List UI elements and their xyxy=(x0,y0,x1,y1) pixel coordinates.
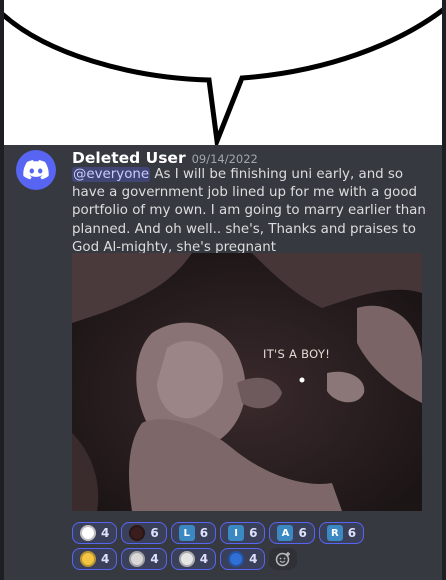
frame-right-border xyxy=(442,0,446,580)
reaction-red-eye-emoji[interactable]: 6 xyxy=(121,522,167,544)
reaction-row-2: 4 4 4 4 xyxy=(72,548,442,570)
reaction-letter-i[interactable]: I6 xyxy=(220,522,266,544)
nerd-face-icon xyxy=(80,551,96,567)
reaction-count: 6 xyxy=(150,526,159,540)
reaction-count: 6 xyxy=(298,526,307,540)
reaction-count: 4 xyxy=(101,526,110,540)
reaction-nerd-face[interactable]: 4 xyxy=(72,548,118,570)
reaction-count: 6 xyxy=(347,526,357,540)
letter-l-icon: L xyxy=(178,525,195,541)
reaction-row-1: 46L6I6A6R6 xyxy=(72,522,442,544)
blue-cap-icon xyxy=(228,551,245,567)
speech-bubble-meme xyxy=(4,0,442,145)
reaction-count: 4 xyxy=(249,552,258,566)
letter-i-icon: I xyxy=(228,525,245,541)
reaction-count: 4 xyxy=(199,552,209,566)
red-eye-emoji-icon xyxy=(129,525,146,541)
discord-logo-icon xyxy=(23,160,49,180)
username[interactable]: Deleted User xyxy=(72,149,186,167)
reaction-trollface[interactable]: 4 xyxy=(170,548,217,570)
trollface-icon xyxy=(178,551,195,567)
reaction-letter-a[interactable]: A6 xyxy=(269,522,315,544)
user-avatar[interactable] xyxy=(16,150,56,190)
letter-a-icon: A xyxy=(277,525,294,541)
reaction-blue-cap[interactable]: 4 xyxy=(220,548,266,570)
pixel-character-icon xyxy=(129,551,146,567)
chat-message: Deleted User 09/14/2022 @everyone As I wi… xyxy=(4,145,442,580)
reactions-bar: 46L6I6A6R6 4444 xyxy=(72,522,442,574)
message-text: @everyone As I will be finishing uni ear… xyxy=(72,166,436,257)
reaction-letter-r[interactable]: R6 xyxy=(318,522,365,544)
reaction-reddit-snoo[interactable]: 4 xyxy=(72,522,118,544)
reaction-count: 4 xyxy=(101,552,110,566)
everyone-mention[interactable]: @everyone xyxy=(72,167,151,182)
reaction-count: 6 xyxy=(199,526,209,540)
ultrasound-image-attachment[interactable]: IT'S A BOY! xyxy=(72,253,422,511)
reaction-pixel-character[interactable]: 4 xyxy=(121,548,167,570)
reddit-snoo-icon xyxy=(80,525,96,541)
ultrasound-image xyxy=(72,253,422,511)
letter-r-icon: R xyxy=(326,525,343,541)
add-reaction-button[interactable] xyxy=(269,548,298,570)
add-reaction-icon xyxy=(276,552,291,567)
reaction-count: 4 xyxy=(150,552,159,566)
reaction-letter-l[interactable]: L6 xyxy=(170,522,217,544)
timestamp: 09/14/2022 xyxy=(191,152,258,166)
ultrasound-caption: IT'S A BOY! xyxy=(263,347,331,361)
reaction-count: 6 xyxy=(249,526,258,540)
